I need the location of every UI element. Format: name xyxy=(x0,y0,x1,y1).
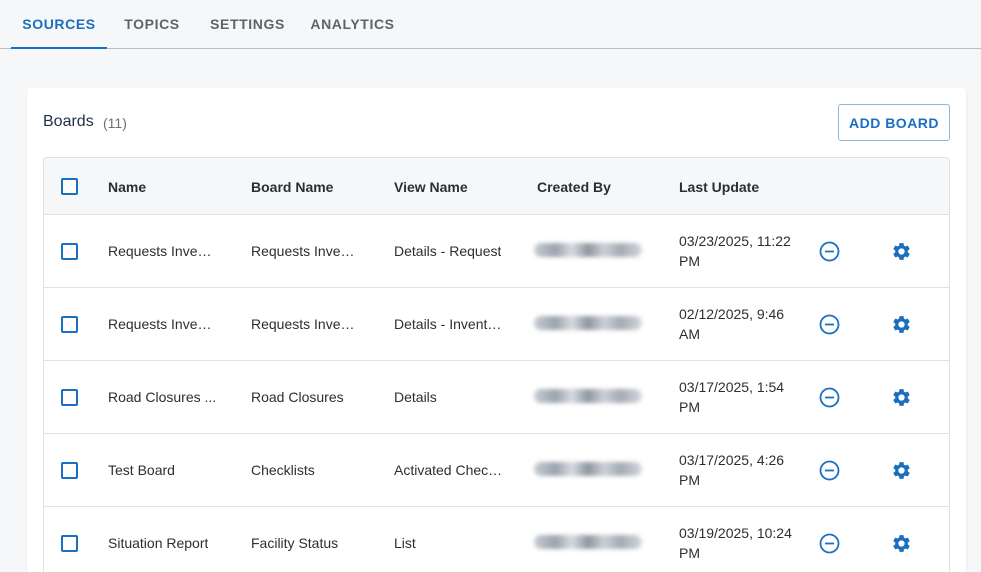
table-row: Road Closures ... Road Closures Details … xyxy=(44,361,949,434)
cell-name: Requests Inventory xyxy=(108,243,218,259)
row-checkbox[interactable] xyxy=(61,462,78,479)
minus-circle-icon[interactable] xyxy=(818,459,840,481)
cell-last-update: 03/23/2025, 11:22 PM xyxy=(679,233,791,269)
tab-settings[interactable]: SETTINGS xyxy=(200,0,295,48)
gear-icon[interactable] xyxy=(890,313,912,335)
table-row: Requests Inventory Requests Inventory De… xyxy=(44,215,949,288)
cell-last-update: 03/19/2025, 10:24 PM xyxy=(679,525,792,561)
created-by-redacted xyxy=(526,215,654,287)
cell-view-name: Details xyxy=(394,389,437,405)
gear-icon[interactable] xyxy=(890,240,912,262)
cell-name: Requests Inventory xyxy=(108,316,218,332)
minus-circle-icon[interactable] xyxy=(818,240,840,262)
column-header-name[interactable]: Name xyxy=(108,158,146,215)
table-header: Name Board Name View Name Created By Las… xyxy=(44,158,949,215)
tab-sources[interactable]: SOURCES xyxy=(11,0,107,49)
created-by-redacted xyxy=(526,361,654,433)
boards-card: Boards (11) ADD BOARD Name Board Name Vi… xyxy=(27,88,966,572)
column-header-created-by[interactable]: Created By xyxy=(537,158,611,215)
cell-last-update: 03/17/2025, 4:26 PM xyxy=(679,452,785,488)
cell-name: Road Closures ... xyxy=(108,389,217,405)
column-header-board-name[interactable]: Board Name xyxy=(251,158,333,215)
cell-board-name: Facility Status xyxy=(251,535,339,551)
row-checkbox[interactable] xyxy=(61,243,78,260)
row-checkbox[interactable] xyxy=(61,535,78,552)
gear-icon[interactable] xyxy=(890,459,912,481)
column-header-last-update[interactable]: Last Update xyxy=(679,158,759,215)
tab-analytics[interactable]: ANALYTICS xyxy=(302,0,403,48)
cell-last-update: 02/12/2025, 9:46 AM xyxy=(679,306,785,342)
boards-table: Name Board Name View Name Created By Las… xyxy=(43,157,950,572)
cell-view-name: Activated Checklists xyxy=(394,462,504,478)
tab-bar: SOURCES TOPICS SETTINGS ANALYTICS xyxy=(0,0,981,49)
row-checkbox[interactable] xyxy=(61,316,78,333)
cell-view-name: List xyxy=(394,535,416,551)
minus-circle-icon[interactable] xyxy=(818,386,840,408)
column-header-view-name[interactable]: View Name xyxy=(394,158,468,215)
table-row: Requests Inventory Requests Inventory De… xyxy=(44,288,949,361)
cell-last-update: 03/17/2025, 1:54 PM xyxy=(679,379,785,415)
minus-circle-icon[interactable] xyxy=(818,532,840,554)
board-count: (11) xyxy=(103,115,127,131)
gear-icon[interactable] xyxy=(890,532,912,554)
cell-board-name: Road Closures xyxy=(251,389,344,405)
table-row: Situation Report Facility Status List 03… xyxy=(44,507,949,572)
cell-board-name: Requests Inventory xyxy=(251,243,361,259)
gear-icon[interactable] xyxy=(890,386,912,408)
created-by-redacted xyxy=(526,288,654,360)
row-checkbox[interactable] xyxy=(61,389,78,406)
select-all-checkbox[interactable] xyxy=(61,178,78,195)
minus-circle-icon[interactable] xyxy=(818,313,840,335)
card-title: Boards xyxy=(43,113,94,130)
tab-topics[interactable]: TOPICS xyxy=(113,0,191,48)
cell-board-name: Requests Inventory xyxy=(251,316,361,332)
cell-view-name: Details - Inventory xyxy=(394,316,504,332)
cell-board-name: Checklists xyxy=(251,462,315,478)
cell-name: Test Board xyxy=(108,462,175,478)
table-row: Test Board Checklists Activated Checklis… xyxy=(44,434,949,507)
created-by-redacted xyxy=(526,507,654,572)
created-by-redacted xyxy=(526,434,654,506)
add-board-button[interactable]: ADD BOARD xyxy=(838,104,950,141)
cell-name: Situation Report xyxy=(108,535,209,551)
cell-view-name: Details - Request xyxy=(394,243,502,259)
